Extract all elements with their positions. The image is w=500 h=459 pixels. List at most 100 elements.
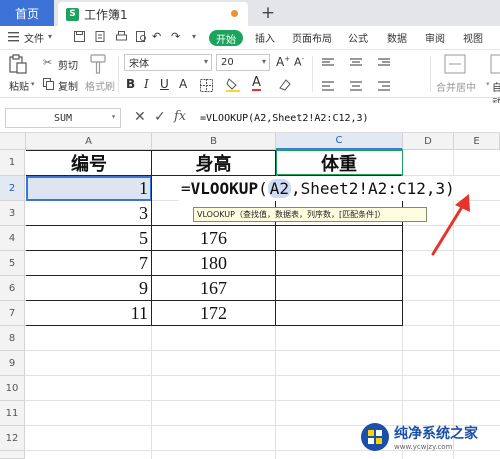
wrap-text-icon[interactable] <box>490 54 500 74</box>
menu-file[interactable]: 文件 <box>24 30 44 45</box>
insert-function-icon[interactable]: fx <box>174 109 186 124</box>
font-grow-icon[interactable]: A+ <box>276 55 290 69</box>
format-painter-icon[interactable] <box>90 54 106 74</box>
print-preview-icon[interactable] <box>136 31 147 42</box>
cut-button[interactable]: 剪切 <box>58 57 78 72</box>
more-chevron-icon[interactable]: ▾ <box>192 32 196 41</box>
column-header-c[interactable]: C <box>276 133 403 150</box>
undo-icon[interactable]: ↶ <box>152 30 161 43</box>
copy-button[interactable]: 复制 <box>58 78 78 93</box>
export-pdf-icon[interactable] <box>95 31 106 42</box>
paste-icon[interactable] <box>9 54 27 74</box>
cancel-icon[interactable]: ✕ <box>134 109 146 125</box>
ribbon-divider <box>312 56 313 92</box>
row-header-5[interactable]: 5 <box>0 251 25 276</box>
column-header-e[interactable]: E <box>454 133 500 150</box>
redo-icon[interactable]: ↷ <box>171 30 180 43</box>
row-header-8[interactable]: 8 <box>0 326 25 351</box>
formula-open-paren: ( <box>258 179 268 198</box>
active-cell-outline <box>276 150 403 175</box>
copy-icon[interactable] <box>43 78 54 90</box>
ribbon: 粘贴 ▾ ✂ 剪切 复制 格式刷 宋体 ▾ 20 ▾ A+ A- B I U A… <box>0 50 500 109</box>
row-header-4[interactable]: 4 <box>0 226 25 251</box>
select-all-corner[interactable] <box>0 133 26 150</box>
cell-b6[interactable]: 167 <box>152 276 275 301</box>
column-header-d[interactable]: D <box>403 133 454 150</box>
format-painter-button[interactable]: 格式刷 <box>85 78 115 93</box>
spreadsheet-icon: S <box>66 7 79 21</box>
column-header-b[interactable]: B <box>152 133 276 150</box>
menu-formulas[interactable]: 公式 <box>348 30 368 45</box>
row-header-9[interactable]: 9 <box>0 351 25 376</box>
cell-a6[interactable]: 9 <box>26 276 151 301</box>
cell-b7[interactable]: 172 <box>152 301 275 326</box>
confirm-icon[interactable]: ✓ <box>154 109 166 125</box>
alignment-group-icon[interactable] <box>320 56 410 96</box>
save-icon[interactable] <box>74 31 85 42</box>
cell-a5[interactable]: 7 <box>26 251 151 276</box>
row-header-13[interactable] <box>0 451 25 459</box>
cell-a3[interactable]: 3 <box>26 201 151 226</box>
cell-b1[interactable]: 身高 <box>152 150 275 175</box>
menu-view[interactable]: 视图 <box>463 30 483 45</box>
formula-bar: SUM ▾ ✕ ✓ fx =VLOOKUP(A2,Sheet2!A2:C12,3… <box>0 103 500 133</box>
font-name-select[interactable]: 宋体 ▾ <box>124 54 212 71</box>
chevron-down-icon: ▾ <box>111 112 116 121</box>
paste-button-label[interactable]: 粘贴 <box>9 78 29 93</box>
underline-icon[interactable]: U <box>160 77 169 91</box>
ribbon-divider <box>118 56 119 92</box>
watermark: 纯净系统之家 www.ycwjzy.com <box>360 419 498 455</box>
row-header-12[interactable]: 12 <box>0 426 25 451</box>
border-icon[interactable] <box>200 79 213 92</box>
chevron-down-icon: ▾ <box>261 57 266 66</box>
font-shrink-icon[interactable]: A- <box>294 55 304 69</box>
watermark-url: www.ycwjzy.com <box>394 443 453 451</box>
row-header-2[interactable]: 2 <box>0 176 25 201</box>
merge-center-icon[interactable] <box>444 54 466 74</box>
row-header-1[interactable]: 1 <box>0 150 25 176</box>
column-header-a[interactable]: A <box>26 133 152 150</box>
formula-equals: = <box>181 179 191 198</box>
strikethrough-icon[interactable]: A <box>179 77 187 91</box>
hamburger-icon[interactable] <box>8 31 19 42</box>
menu-review[interactable]: 审阅 <box>425 30 445 45</box>
tab-home[interactable]: 首页 <box>0 0 54 26</box>
italic-icon[interactable]: I <box>144 77 149 91</box>
menu-insert[interactable]: 插入 <box>255 30 275 45</box>
paste-chevron-icon[interactable]: ▾ <box>31 80 35 88</box>
menu-page-layout[interactable]: 页面布局 <box>292 30 332 45</box>
print-icon[interactable] <box>116 31 127 42</box>
new-tab-button[interactable]: + <box>258 2 278 24</box>
name-box[interactable]: SUM ▾ <box>5 108 121 128</box>
cell-a7[interactable]: 11 <box>26 301 151 326</box>
row-header-11[interactable]: 11 <box>0 401 25 426</box>
merge-center-button[interactable]: 合并居中 <box>436 79 476 94</box>
cell-b4[interactable]: 176 <box>152 226 275 251</box>
chevron-down-icon[interactable]: ▾ <box>48 32 52 41</box>
cell-a2[interactable]: 1 <box>26 176 151 201</box>
cell-b5[interactable]: 180 <box>152 251 275 276</box>
row-header-3[interactable]: 3 <box>0 201 25 226</box>
bold-icon[interactable]: B <box>126 77 135 91</box>
tab-workbook[interactable]: S 工作簿1 <box>58 2 248 26</box>
clear-format-icon[interactable] <box>278 78 292 92</box>
row-header-6[interactable]: 6 <box>0 276 25 301</box>
menu-data[interactable]: 数据 <box>387 30 407 45</box>
menu-bar: 文件 ▾ ↶ ↷ ▾ 开始 插入 页面布局 公式 数据 审阅 视图 <box>0 26 500 50</box>
merge-chevron-icon[interactable]: ▾ <box>486 80 490 88</box>
scissors-icon[interactable]: ✂ <box>43 56 52 69</box>
watermark-title: 纯净系统之家 <box>394 426 478 442</box>
cell-a1[interactable]: 编号 <box>26 150 152 175</box>
font-size-select[interactable]: 20 ▾ <box>216 54 270 71</box>
formula-input[interactable]: =VLOOKUP(A2,Sheet2!A2:C12,3) <box>198 108 500 128</box>
fill-color-icon[interactable] <box>226 78 240 92</box>
in-cell-formula[interactable]: = VLOOKUP(A2 ,Sheet2!A2:C12,3) <box>179 176 457 201</box>
row-header-7[interactable]: 7 <box>0 301 25 326</box>
row-header-10[interactable]: 10 <box>0 376 25 401</box>
cell-a4[interactable]: 5 <box>26 226 151 251</box>
font-name-value: 宋体 <box>129 59 149 70</box>
font-color-icon[interactable]: A <box>252 76 261 91</box>
chevron-down-icon: ▾ <box>203 57 208 66</box>
tab-start[interactable]: 开始 <box>209 30 243 46</box>
name-box-value: SUM <box>53 112 73 124</box>
